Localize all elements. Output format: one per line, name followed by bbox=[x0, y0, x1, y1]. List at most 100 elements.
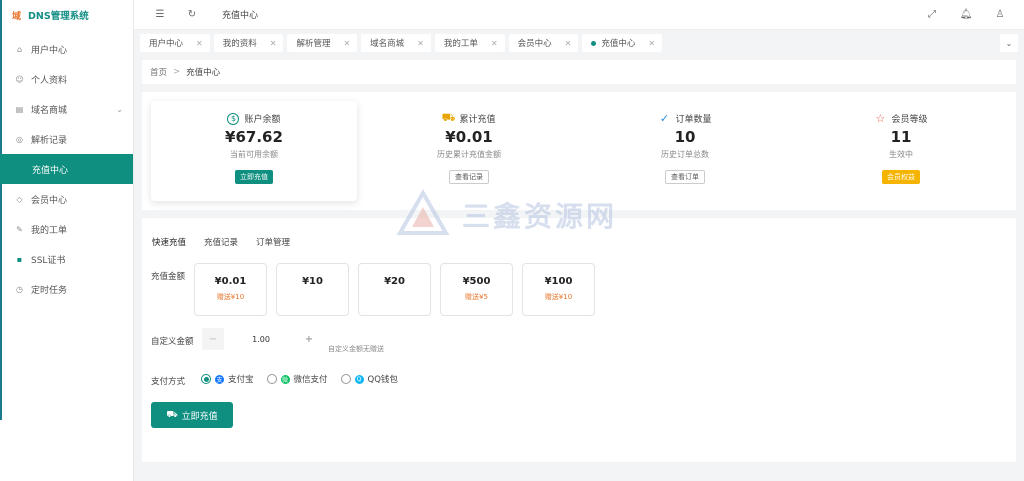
sidebar-item-profile[interactable]: ☺ 个人资料 bbox=[0, 64, 133, 94]
bell-icon[interactable]: 🔔︎ bbox=[958, 7, 974, 23]
tab-label: 解析管理 bbox=[296, 39, 331, 49]
clock-icon: ◷ bbox=[16, 284, 23, 294]
decrement-button[interactable]: − bbox=[202, 328, 224, 350]
amount-value: ¥20 bbox=[384, 276, 405, 287]
pay-methods: 支 支付宝 微 微信支付 Q QQ钱包 bbox=[196, 373, 398, 385]
stat-subtitle: 历史订单总数 bbox=[661, 150, 709, 159]
submit-recharge-button[interactable]: ⛟ 立即充值 bbox=[151, 402, 233, 428]
tab-my-tickets[interactable]: 我的工单 ✕ bbox=[434, 34, 505, 52]
menu-toggle-icon[interactable]: ☰ bbox=[152, 7, 168, 23]
pay-method-label-qq[interactable]: QQ钱包 bbox=[368, 373, 398, 385]
member-benefits-button[interactable]: 会员权益 bbox=[882, 170, 920, 184]
sidebar: 域 DNS管理系统 ⌂ 用户中心 ☺ 个人资料 ▤ 域名商城 ⌄ ◎ 解析记录 … bbox=[0, 0, 134, 481]
sidebar-item-label: 用户中心 bbox=[31, 45, 68, 56]
sidebar-item-label: 解析记录 bbox=[31, 135, 68, 146]
stat-value: 10 bbox=[674, 128, 696, 146]
stat-subtitle: 生效中 bbox=[889, 150, 913, 159]
sidebar-item-tickets[interactable]: ✎ 我的工单 bbox=[0, 214, 133, 244]
stat-title: 会员等级 bbox=[891, 115, 928, 125]
user-avatar-icon[interactable]: ♙ bbox=[992, 7, 1008, 23]
amount-option-3[interactable]: ¥500 赠送¥5 bbox=[440, 263, 513, 316]
refresh-icon[interactable]: ↻ bbox=[184, 7, 200, 23]
increment-button[interactable]: + bbox=[298, 328, 320, 350]
sidebar-item-member[interactable]: ◇ 会员中心 bbox=[0, 184, 133, 214]
tabs-more-chevron-icon[interactable]: ⌄ bbox=[1000, 34, 1018, 52]
close-icon[interactable]: ✕ bbox=[491, 39, 498, 48]
stat-title: 订单数量 bbox=[675, 115, 712, 125]
breadcrumb-home[interactable]: 首页 bbox=[150, 66, 167, 78]
tab-label: 会员中心 bbox=[517, 39, 552, 49]
close-icon[interactable]: ✕ bbox=[648, 39, 655, 48]
diamond-icon: ◇ bbox=[16, 194, 23, 204]
close-icon[interactable]: ✕ bbox=[417, 39, 424, 48]
view-records-button[interactable]: 查看记录 bbox=[449, 170, 489, 184]
sidebar-item-ssl[interactable]: ▪ SSL证书 bbox=[0, 244, 133, 274]
subtab-recharge-records[interactable]: 充值记录 bbox=[204, 236, 238, 251]
amount-option-2[interactable]: ¥20 bbox=[358, 263, 431, 316]
sidebar-item-label: 我的工单 bbox=[31, 225, 68, 236]
tab-label: 域名商城 bbox=[370, 39, 405, 49]
amount-option-4[interactable]: ¥100 赠送¥10 bbox=[522, 263, 595, 316]
radio-alipay[interactable] bbox=[201, 374, 211, 384]
page-tabs: 用户中心 ✕ 我的资料 ✕ 解析管理 ✕ 域名商城 ✕ 我的工单 ✕ 会员中心 … bbox=[134, 30, 1024, 56]
recharge-now-button[interactable]: 立即充值 bbox=[235, 170, 273, 184]
breadcrumb: 首页 > 充值中心 bbox=[142, 60, 1016, 84]
tab-member-center[interactable]: 会员中心 ✕ bbox=[508, 34, 579, 52]
fullscreen-icon[interactable]: ⤢ bbox=[924, 7, 940, 23]
stat-card-member-level: ☆ 会员等级 11 生效中 会员权益 bbox=[798, 101, 1004, 201]
sidebar-item-label: SSL证书 bbox=[31, 255, 66, 266]
tab-label: 用户中心 bbox=[149, 39, 184, 49]
tab-my-profile[interactable]: 我的资料 ✕ bbox=[213, 34, 284, 52]
sidebar-item-cron[interactable]: ◷ 定时任务 bbox=[0, 274, 133, 304]
close-icon[interactable]: ✕ bbox=[565, 39, 572, 48]
submit-label: 立即充值 bbox=[181, 411, 218, 422]
stat-title: 账户余额 bbox=[244, 115, 281, 125]
custom-amount-input[interactable]: 1.00 bbox=[224, 328, 298, 350]
sidebar-item-domain-shop[interactable]: ▤ 域名商城 ⌄ bbox=[0, 94, 133, 124]
top-header: ☰ ↻ 充值中心 ⤢ 🔔︎ ♙ bbox=[134, 0, 1024, 30]
radio-wechat[interactable] bbox=[266, 374, 277, 384]
custom-amount-stepper: − 1.00 + bbox=[202, 328, 320, 350]
tab-domain-shop[interactable]: 域名商城 ✕ bbox=[361, 34, 431, 52]
stat-title: 累计充值 bbox=[459, 115, 496, 125]
close-icon[interactable]: ✕ bbox=[343, 39, 350, 48]
tab-user-center[interactable]: 用户中心 ✕ bbox=[140, 34, 210, 52]
tab-label: 充值中心 bbox=[601, 39, 636, 49]
close-icon[interactable]: ✕ bbox=[270, 39, 277, 48]
close-icon[interactable]: ✕ bbox=[196, 39, 203, 48]
cart-icon: ⛟ bbox=[166, 409, 178, 420]
sidebar-item-dns-records[interactable]: ◎ 解析记录 bbox=[0, 124, 133, 154]
breadcrumb-current: 充值中心 bbox=[186, 68, 221, 78]
amount-option-1[interactable]: ¥10 bbox=[276, 263, 349, 316]
tab-label: 我的资料 bbox=[222, 39, 257, 49]
view-orders-button[interactable]: 查看订单 bbox=[665, 170, 705, 184]
stat-card-total-recharge: ⛟ 累计充值 ¥0.01 历史累计充值金额 查看记录 bbox=[366, 101, 572, 201]
stat-value: ¥67.62 bbox=[225, 128, 283, 146]
pay-method-label-alipay[interactable]: 支付宝 bbox=[228, 373, 254, 385]
tab-dns-manage[interactable]: 解析管理 ✕ bbox=[287, 34, 358, 52]
wechat-pay-icon: 微 bbox=[280, 374, 290, 384]
radio-qq[interactable] bbox=[340, 374, 351, 384]
sidebar-item-label: 域名商城 bbox=[31, 105, 68, 116]
sidebar-item-recharge[interactable]: 充值中心 bbox=[0, 154, 133, 184]
stat-value: 11 bbox=[890, 128, 912, 146]
custom-amount-hint: 自定义金额无赠送 bbox=[328, 345, 384, 353]
stats-panel: $ 账户余额 ¥67.62 当前可用余额 立即充值 ⛟ 累计充值 ¥0.01 历… bbox=[142, 92, 1016, 210]
amount-value: ¥500 bbox=[462, 276, 491, 287]
subtab-order-manage[interactable]: 订单管理 bbox=[256, 236, 290, 251]
sidebar-item-user-center[interactable]: ⌂ 用户中心 bbox=[0, 34, 133, 64]
chevron-down-icon: ⌄ bbox=[116, 104, 123, 114]
home-icon: ⌂ bbox=[16, 44, 23, 54]
app-logo[interactable]: 域 DNS管理系统 bbox=[0, 0, 133, 30]
active-dot-icon bbox=[591, 40, 597, 46]
sidebar-item-label: 定时任务 bbox=[31, 285, 68, 296]
amount-option-0[interactable]: ¥0.01 赠送¥10 bbox=[194, 263, 267, 316]
pay-method-label-wechat[interactable]: 微信支付 bbox=[294, 373, 328, 385]
amount-value: ¥100 bbox=[544, 276, 573, 287]
qq-wallet-icon: Q bbox=[354, 374, 364, 384]
tab-recharge-center[interactable]: 充值中心 ✕ bbox=[582, 34, 663, 52]
sidebar-item-label: 充值中心 bbox=[32, 165, 69, 176]
subtab-quick-recharge[interactable]: 快速充值 bbox=[152, 236, 186, 251]
sidebar-menu: ⌂ 用户中心 ☺ 个人资料 ▤ 域名商城 ⌄ ◎ 解析记录 充值中心 ◇ 会员中… bbox=[0, 34, 133, 304]
shop-icon: ▤ bbox=[15, 104, 24, 114]
